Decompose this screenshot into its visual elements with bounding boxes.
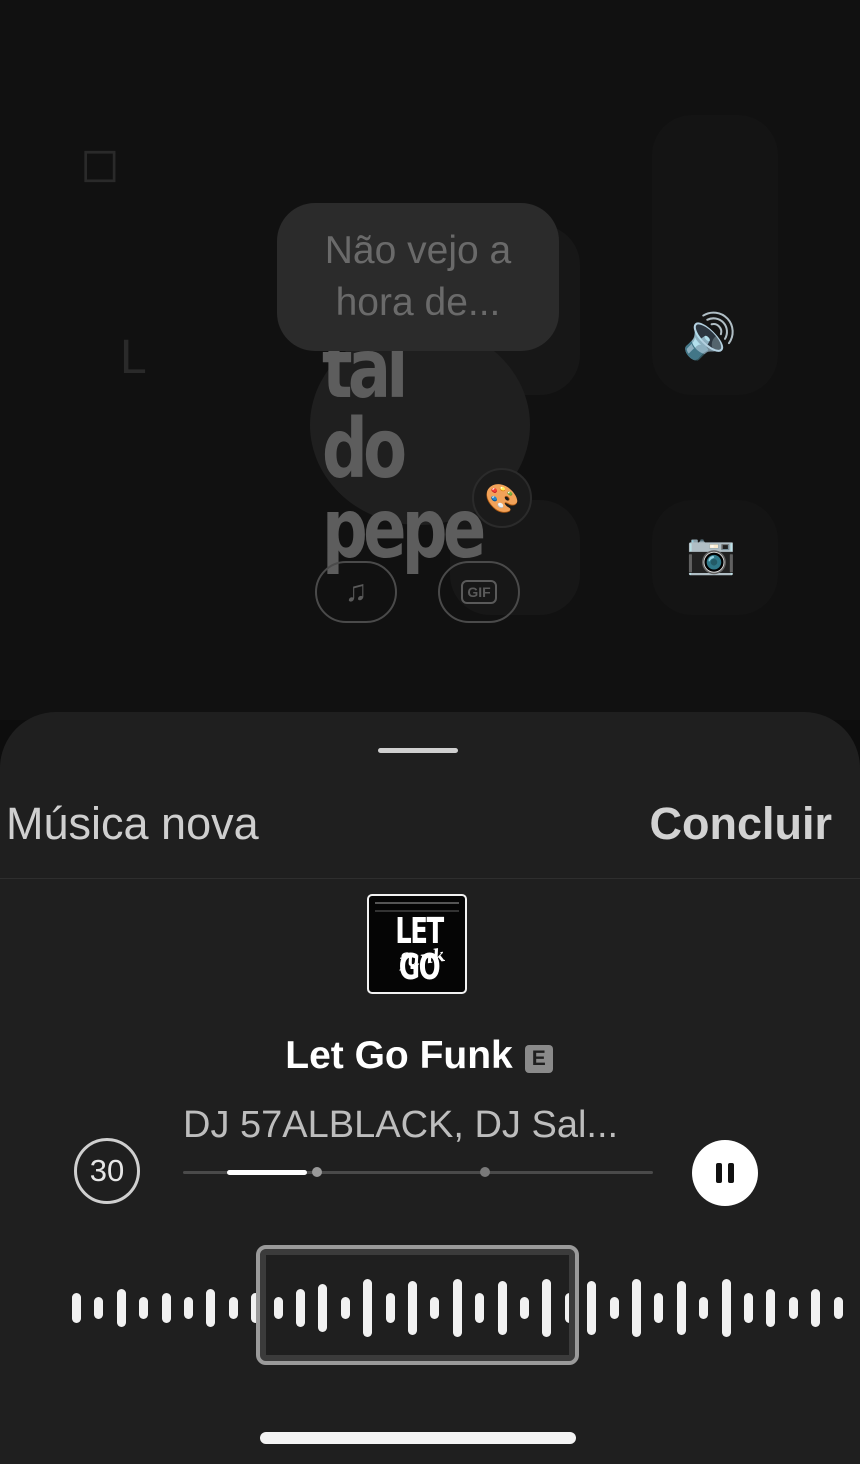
waveform-bar <box>206 1289 216 1327</box>
palette-button[interactable]: 🎨 <box>472 468 532 528</box>
clip-selection-window[interactable] <box>256 1245 579 1365</box>
waveform-bar <box>116 1289 126 1327</box>
song-title-row: Let Go Funk E <box>0 1034 838 1078</box>
playback-progress-bar[interactable] <box>183 1167 653 1177</box>
palette-icon: 🎨 <box>484 482 520 514</box>
gif-icon: GIF <box>461 580 497 604</box>
new-music-button[interactable]: Música nova <box>6 798 259 850</box>
pause-button[interactable] <box>692 1140 758 1206</box>
speaker-icon: 🔊 <box>682 312 737 361</box>
waveform-bar <box>744 1293 753 1323</box>
waveform-bar <box>161 1293 171 1323</box>
prompt-sticker[interactable]: Não vejo a hora de... <box>277 203 559 351</box>
gif-tool-button[interactable]: GIF <box>438 561 520 623</box>
music-sheet: Música nova Concluir LET GO funk Let Go … <box>0 712 860 1464</box>
album-cover: LET GO funk <box>367 894 467 994</box>
waveform-bar <box>721 1279 731 1337</box>
clip-start-marker <box>312 1167 322 1177</box>
home-indicator <box>260 1432 576 1444</box>
waveform-bar <box>788 1297 798 1319</box>
clip-end-marker <box>480 1167 490 1177</box>
music-tool-button[interactable]: ♫ <box>315 561 397 623</box>
ghost-label: L <box>120 331 147 384</box>
sticker-line-1: tal do <box>322 322 408 497</box>
explicit-badge: E <box>524 1045 553 1073</box>
story-editor-background: 🔊 📷 L ◻ tal do pepe Não vejo a hora de..… <box>0 0 860 720</box>
waveform-bar <box>811 1289 821 1327</box>
waveform-bar <box>139 1297 149 1319</box>
waveform-bar <box>654 1293 664 1323</box>
waveform-bar <box>609 1297 619 1319</box>
waveform-bar <box>184 1297 193 1319</box>
waveform-bar <box>228 1297 238 1319</box>
pause-icon-bar-left <box>716 1163 722 1183</box>
prompt-text: Não vejo a hora de... <box>324 229 512 324</box>
song-title: Let Go Funk <box>285 1034 513 1077</box>
header-divider <box>0 878 860 879</box>
clip-duration-button[interactable]: 30 <box>74 1138 140 1204</box>
duration-value: 30 <box>89 1153 125 1188</box>
waveform-bar <box>699 1297 709 1319</box>
waveform-bar <box>587 1281 597 1335</box>
ghost-label: ◻ <box>80 137 120 190</box>
text-sticker[interactable]: tal do pepe <box>322 322 486 577</box>
pause-icon-bar-right <box>728 1163 734 1183</box>
progress-fill <box>227 1170 307 1175</box>
waveform-bar <box>632 1279 641 1337</box>
music-note-icon: ♫ <box>344 575 368 608</box>
camera-icon: 📷 <box>686 532 736 576</box>
done-button[interactable]: Concluir <box>649 798 832 850</box>
sticker-line-2: pepe <box>322 482 486 577</box>
waveform-bar <box>676 1281 686 1335</box>
waveform-bar <box>94 1297 104 1319</box>
artist-name: DJ 57ALBLACK, DJ Sal... <box>183 1104 619 1146</box>
waveform-bar <box>72 1293 81 1323</box>
waveform-bar <box>766 1289 776 1327</box>
sheet-drag-handle[interactable] <box>378 748 458 753</box>
waveform-bar <box>833 1297 843 1319</box>
